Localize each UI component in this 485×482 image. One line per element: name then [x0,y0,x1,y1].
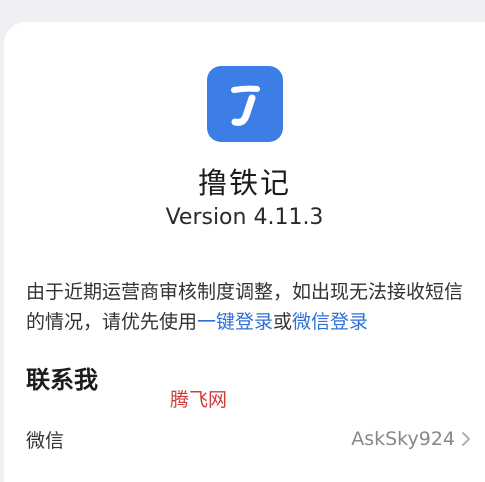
wechat-id: AskSky924 [351,428,455,450]
app-logo-icon [207,66,283,142]
wechat-login-link[interactable]: 微信登录 [292,311,368,333]
contact-row-right: AskSky924 [351,428,471,450]
one-click-login-link[interactable]: 一键登录 [197,311,273,333]
login-notice: 由于近期运营商审核制度调整，如出现无法接收短信的情况，请优先使用一键登录或微信登… [26,277,476,337]
about-card: 撸铁记 Version 4.11.3 由于近期运营商审核制度调整，如出现无法接收… [4,22,485,482]
watermark: 腾飞网 [170,389,228,411]
contact-section-title: 联系我 [26,366,98,394]
notice-connector: 或 [273,311,293,333]
app-version: Version 4.11.3 [165,205,324,230]
contact-row-wechat[interactable]: 微信 AskSky924 [26,422,471,456]
chevron-right-icon [461,431,471,447]
app-name: 撸铁记 [197,166,291,200]
contact-row-label: 微信 [26,429,65,452]
